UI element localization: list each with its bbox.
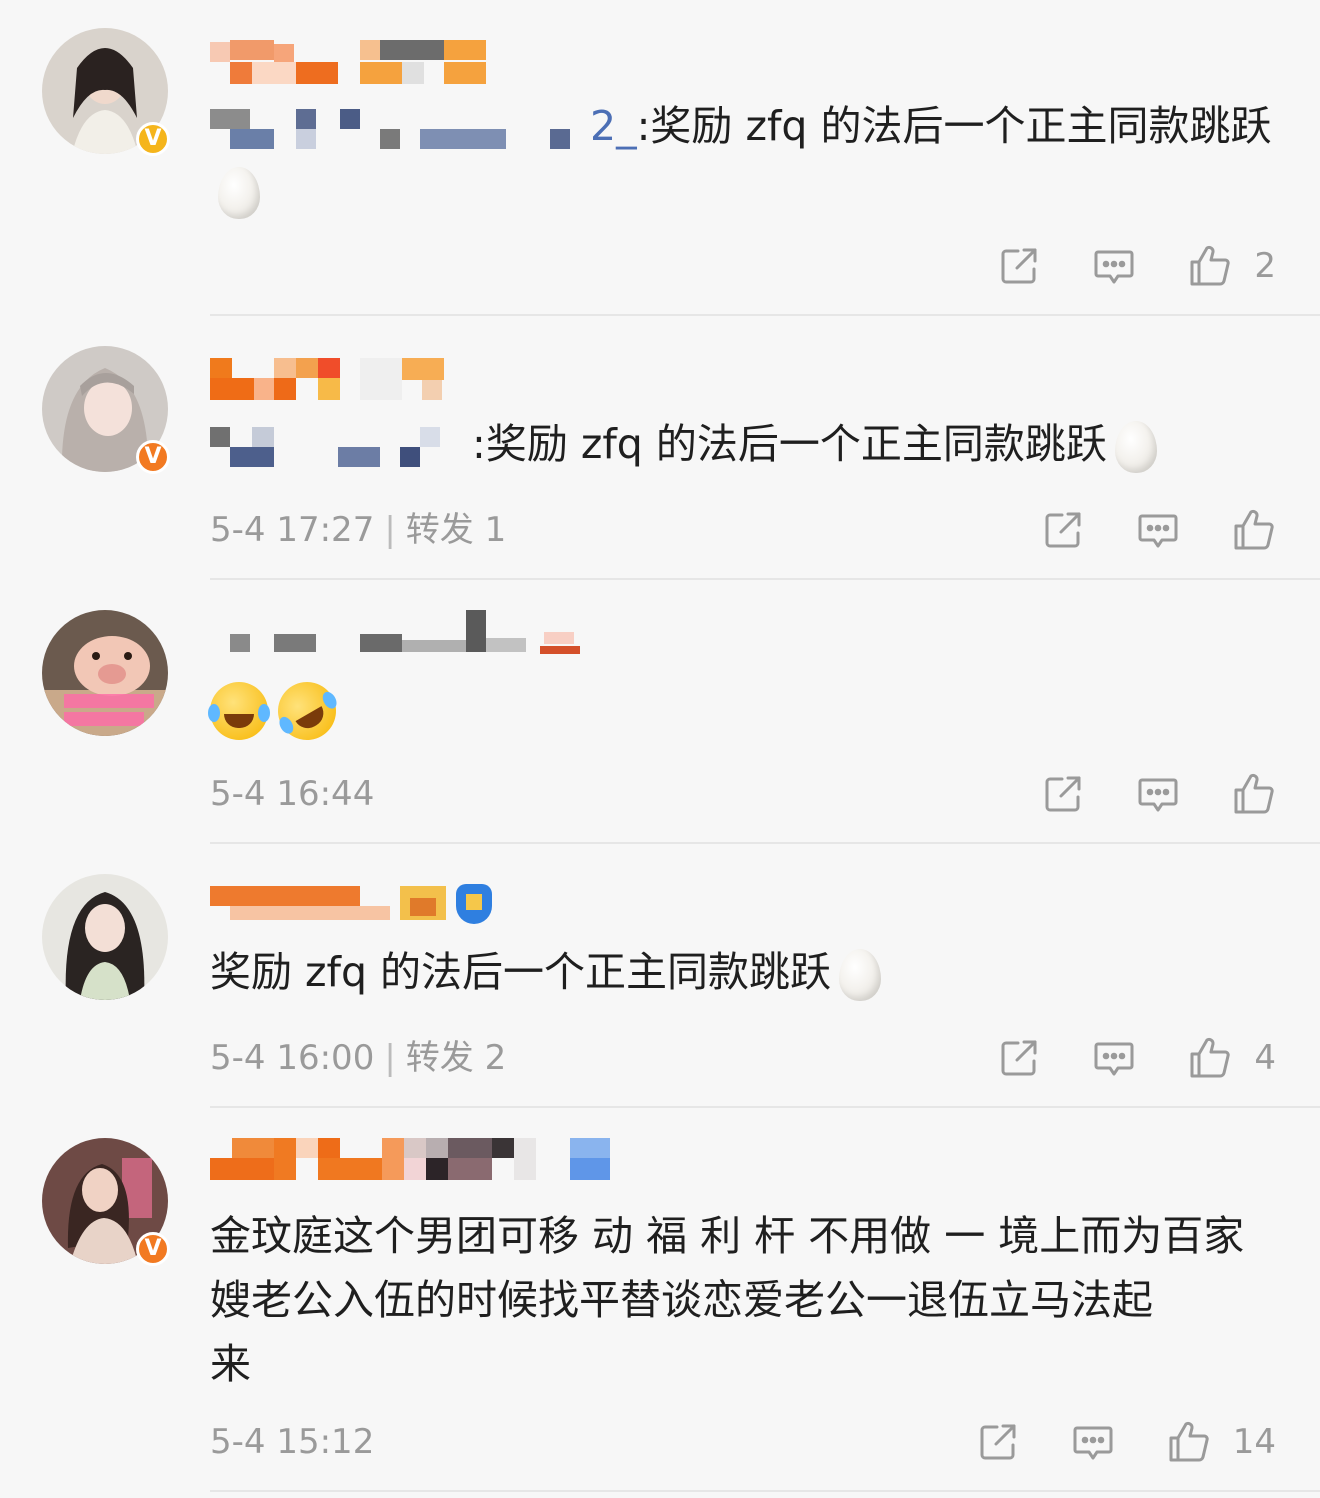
share-button[interactable]: [1042, 509, 1084, 551]
forward-count[interactable]: 转发 1: [406, 510, 506, 550]
divider: [210, 1490, 1320, 1492]
avatar[interactable]: V: [42, 28, 170, 156]
divider: [210, 1106, 1320, 1108]
avatar-image: [42, 610, 168, 736]
comment-text: 金玟庭这个男团可移 动 福 利 杆 不用做 一 境上而为百家 嫂老公入伍的时候找…: [210, 1212, 1245, 1388]
comment-button[interactable]: [1136, 508, 1180, 552]
username-blurred[interactable]: [210, 358, 450, 406]
like-icon: [1190, 245, 1231, 286]
like-icon: [1169, 1421, 1209, 1462]
comment-icon: [1094, 250, 1134, 284]
like-count: 2: [1254, 246, 1276, 286]
like-button[interactable]: 2: [1188, 244, 1276, 288]
like-button[interactable]: [1232, 508, 1276, 552]
comment-text: 2_:奖励 zfq 的法后一个正主同款跳跃: [210, 94, 1280, 222]
mention-link[interactable]: 2_: [590, 102, 637, 150]
divider: [210, 314, 1320, 316]
comment-actions: 14: [925, 1416, 1276, 1468]
share-button[interactable]: [998, 245, 1040, 287]
comment-text: :奖励 zfq 的法后一个正主同款跳跃: [210, 412, 1280, 476]
username-blurred[interactable]: [210, 610, 590, 658]
share-button[interactable]: [977, 1421, 1019, 1463]
comment-icon: [1138, 514, 1178, 548]
avatar[interactable]: V: [42, 1138, 170, 1266]
like-count: 4: [1254, 1038, 1276, 1078]
share-icon: [1001, 1040, 1037, 1076]
share-icon: [1001, 248, 1037, 284]
avatar-image: [42, 874, 168, 1000]
egg-emoji-icon: [1114, 421, 1157, 473]
egg-emoji-icon: [839, 949, 882, 1001]
comment-meta: 5-4 16:00 | 转发 2: [210, 1038, 506, 1078]
comment-meta: 5-4 17:27 | 转发 1: [210, 510, 506, 550]
comment-button[interactable]: [1092, 1036, 1136, 1080]
verified-badge-icon: V: [136, 440, 170, 474]
meta-separator: |: [384, 510, 396, 550]
divider: [210, 578, 1320, 580]
comment-actions: 4: [946, 1032, 1276, 1084]
divider: [210, 842, 1320, 844]
timestamp: 5-4 16:00: [210, 1038, 375, 1078]
comment-actions: [990, 504, 1276, 556]
username-blurred[interactable]: [210, 884, 510, 932]
timestamp: 5-4 16:44: [210, 774, 375, 814]
comment-actions: 2: [946, 240, 1276, 292]
avatar[interactable]: [42, 874, 168, 1000]
comment-meta: 5-4 15:12: [210, 1422, 374, 1462]
comment-button[interactable]: [1071, 1420, 1115, 1464]
comment-icon: [1094, 1042, 1134, 1076]
like-button[interactable]: 14: [1167, 1420, 1276, 1464]
share-icon: [1045, 512, 1081, 548]
meta-separator: |: [384, 1038, 396, 1078]
comment-meta: 5-4 16:44: [210, 774, 374, 814]
username-blurred[interactable]: [210, 1138, 630, 1186]
share-icon: [1045, 776, 1081, 812]
comment-icon: [1138, 778, 1178, 812]
forward-count[interactable]: 转发 2: [406, 1038, 506, 1078]
like-icon: [1234, 509, 1274, 550]
comment-text: [208, 671, 1280, 751]
comment-button[interactable]: [1136, 772, 1180, 816]
comment-icon: [1073, 1426, 1113, 1460]
mention-blurred[interactable]: [210, 109, 590, 149]
rolling-laugh-emoji: [267, 671, 347, 751]
verified-badge-icon: V: [136, 122, 170, 156]
share-icon: [980, 1424, 1016, 1460]
like-icon: [1190, 1037, 1231, 1078]
timestamp: 5-4 17:27: [210, 510, 375, 550]
avatar[interactable]: V: [42, 346, 170, 474]
avatar[interactable]: [42, 610, 168, 736]
timestamp: 5-4 15:12: [210, 1422, 375, 1462]
like-button[interactable]: [1232, 772, 1276, 816]
comment-text: 奖励 zfq 的法后一个正主同款跳跃: [210, 940, 1280, 1004]
share-button[interactable]: [1042, 773, 1084, 815]
laughing-tears-emoji: [208, 682, 270, 740]
like-button[interactable]: 4: [1188, 1036, 1276, 1080]
comment-actions: [990, 768, 1276, 820]
like-icon: [1234, 773, 1274, 814]
share-button[interactable]: [998, 1037, 1040, 1079]
verified-badge-icon: V: [136, 1232, 170, 1266]
egg-emoji-icon: [218, 167, 260, 219]
like-count: 14: [1232, 1422, 1276, 1462]
mention-blurred[interactable]: [210, 427, 472, 467]
comment-button[interactable]: [1092, 244, 1136, 288]
username-blurred[interactable]: [210, 40, 490, 88]
